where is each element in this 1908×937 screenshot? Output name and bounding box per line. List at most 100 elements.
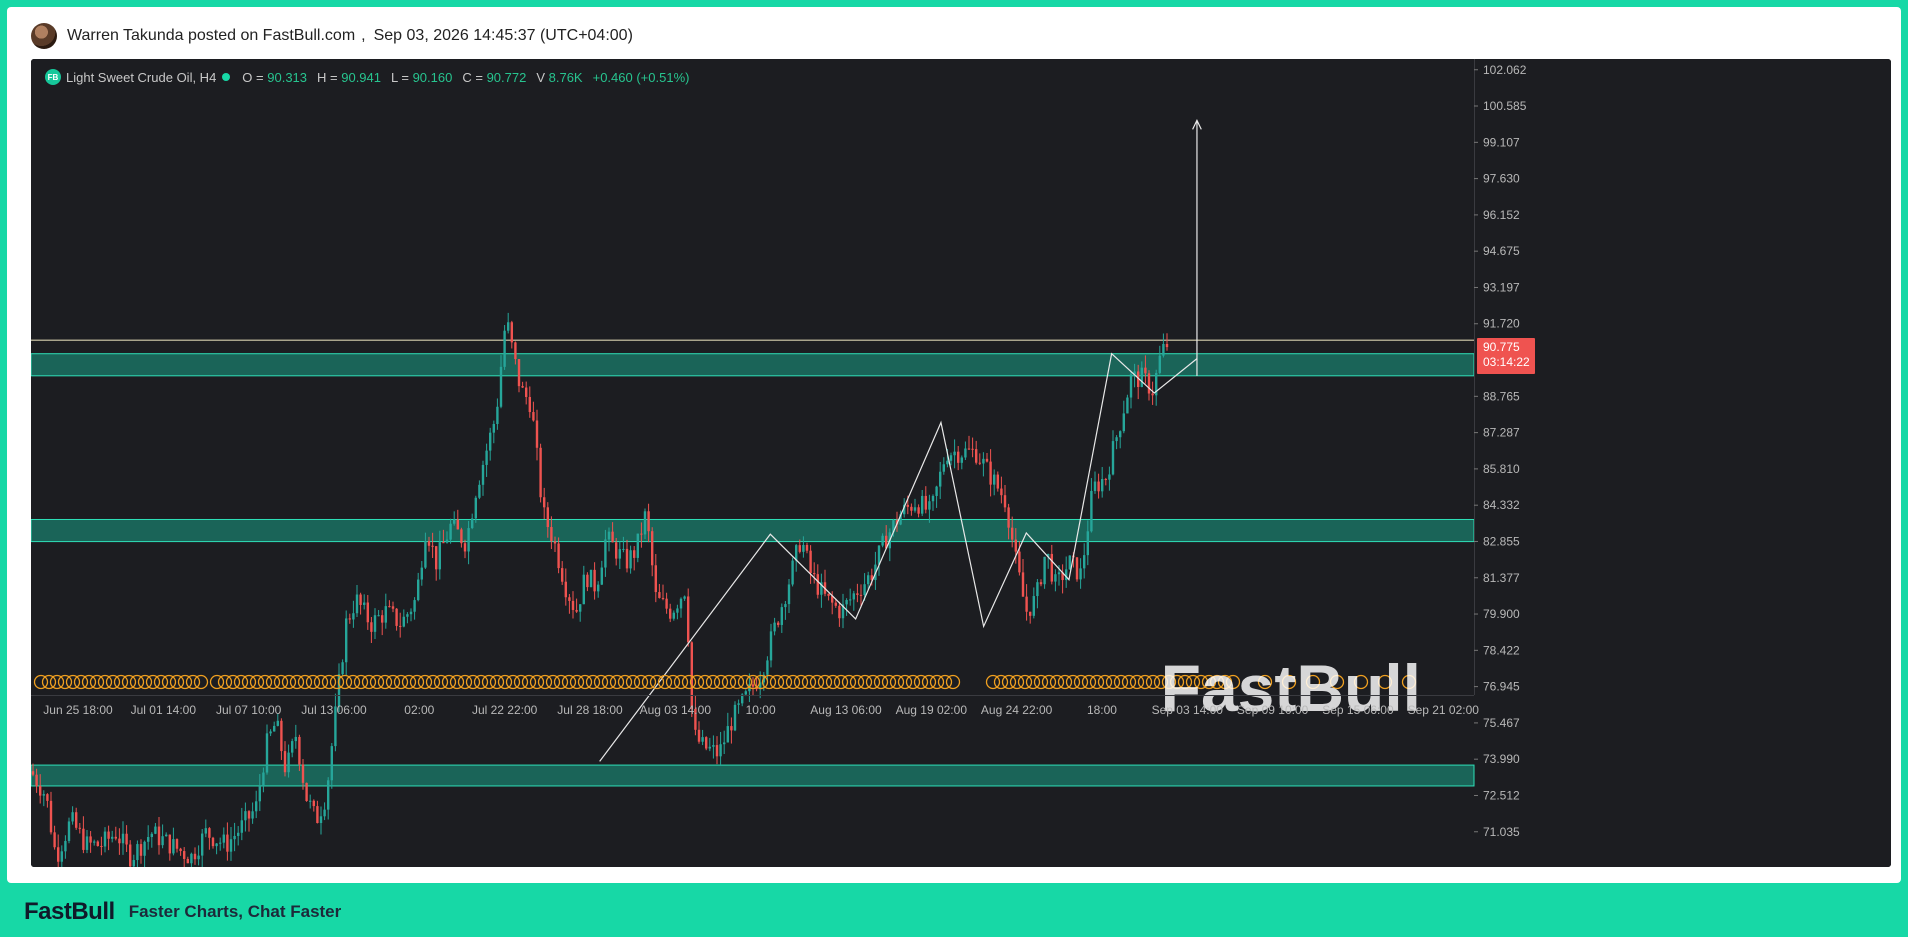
- x-tick-label: Sep 21 02:00: [1408, 703, 1480, 717]
- candle-body: [147, 837, 150, 842]
- candle-body: [276, 720, 279, 726]
- candle-body: [946, 460, 949, 465]
- candle-body: [388, 606, 391, 608]
- candle-body: [1018, 551, 1021, 573]
- candle-body: [967, 448, 971, 450]
- candle-body: [780, 607, 783, 625]
- y-tick-label: 79.900: [1483, 607, 1520, 621]
- candle-body: [107, 831, 110, 839]
- candle-body: [1147, 373, 1151, 394]
- y-tick-label: 93.197: [1483, 280, 1520, 294]
- candle-body: [82, 828, 85, 850]
- candle-body: [1011, 527, 1014, 540]
- candle-body: [564, 581, 567, 598]
- x-tick-label: Jul 13 06:00: [301, 703, 367, 717]
- candle-body: [406, 614, 409, 617]
- candle-body: [712, 745, 715, 747]
- candle-body: [1162, 343, 1165, 356]
- candle-body: [633, 550, 636, 558]
- x-tick-label: Jul 07 10:00: [216, 703, 282, 717]
- candle-body: [39, 786, 42, 796]
- candle-body: [744, 691, 747, 695]
- candle-body: [787, 584, 791, 605]
- footer-tagline: Faster Charts, Chat Faster: [128, 902, 342, 921]
- candle-body: [46, 794, 49, 801]
- candlestick-chart[interactable]: FastBull102.062100.58599.10797.63096.152…: [31, 59, 1891, 867]
- candle-body: [492, 423, 495, 433]
- candle-body: [420, 567, 423, 580]
- y-tick-label: 102.062: [1483, 63, 1527, 77]
- candle-body: [838, 605, 841, 619]
- candle-body: [1108, 474, 1111, 480]
- candle-body: [1093, 481, 1097, 491]
- candle-body: [834, 602, 837, 606]
- candle-body: [715, 745, 719, 757]
- candle-body: [705, 737, 708, 749]
- candle-body: [611, 531, 614, 543]
- candle-body: [669, 608, 672, 619]
- candle-body: [366, 602, 369, 623]
- y-tick-label: 87.287: [1483, 426, 1520, 440]
- y-tick-label: 73.990: [1483, 752, 1520, 766]
- candle-body: [784, 604, 787, 608]
- footer-logo[interactable]: FastBull: [24, 898, 115, 926]
- candle-body: [863, 584, 866, 596]
- candle-body: [442, 542, 445, 544]
- candle-body: [953, 451, 956, 456]
- candle-body: [359, 594, 362, 605]
- candle-body: [309, 800, 312, 802]
- chart-legend: FB Light Sweet Crude Oil, H4 O = 90.313 …: [45, 69, 689, 85]
- candle-body: [496, 406, 499, 424]
- candle-body: [1140, 367, 1143, 388]
- candle-body: [1097, 481, 1100, 492]
- candle-body: [773, 622, 776, 632]
- candle-body: [805, 544, 809, 551]
- candle-body: [989, 461, 992, 485]
- avatar[interactable]: [31, 23, 57, 49]
- candle-body: [165, 834, 168, 837]
- support-zone-1: [31, 353, 1475, 377]
- y-tick-label: 94.675: [1483, 244, 1520, 258]
- post-card: Warren Takunda posted on FastBull.com, Se…: [7, 7, 1901, 883]
- candle-body: [172, 839, 175, 854]
- candle-body: [463, 543, 467, 552]
- candle-body: [1122, 413, 1125, 432]
- x-tick-label: Aug 19 02:00: [896, 703, 968, 717]
- candle-body: [485, 450, 488, 465]
- candle-body: [384, 606, 387, 623]
- candle-body: [737, 703, 740, 705]
- candle-body: [867, 575, 870, 585]
- x-tick-label: 10:00: [746, 703, 776, 717]
- candle-body: [363, 602, 366, 605]
- chart-container[interactable]: FastBull 102.062 100.585 99.107 97.630 96.152…: [31, 59, 1891, 867]
- candle-body: [129, 844, 132, 867]
- candle-body: [1021, 572, 1025, 597]
- candle-body: [1111, 441, 1115, 475]
- candle-body: [1057, 572, 1061, 575]
- candle-body: [676, 608, 679, 613]
- candle-body: [31, 771, 35, 775]
- candle-body: [305, 782, 308, 801]
- candle-body: [982, 458, 985, 464]
- candle-body: [471, 518, 474, 529]
- candle-body: [237, 832, 240, 836]
- candle-body: [413, 600, 416, 612]
- candle-body: [1083, 555, 1086, 569]
- support-zone-3: [31, 764, 1475, 787]
- candle-body: [935, 486, 938, 496]
- candle-body: [913, 507, 917, 511]
- candle-body: [697, 729, 701, 742]
- y-tick-label: 78.422: [1483, 643, 1520, 657]
- post-author-line[interactable]: Warren Takunda posted on FastBull.com: [67, 27, 355, 44]
- candle-body: [53, 832, 56, 848]
- current-price-value: 90.775: [1483, 340, 1520, 354]
- symbol-name[interactable]: Light Sweet Crude Oil, H4: [66, 70, 216, 85]
- candle-body: [568, 597, 571, 601]
- candle-body: [381, 615, 384, 623]
- candle-body: [1144, 367, 1147, 374]
- candle-body: [330, 746, 333, 781]
- candle-body: [996, 474, 999, 489]
- candle-body: [852, 593, 855, 600]
- legend-open: O = 90.313: [242, 69, 308, 85]
- candle-body: [222, 834, 225, 843]
